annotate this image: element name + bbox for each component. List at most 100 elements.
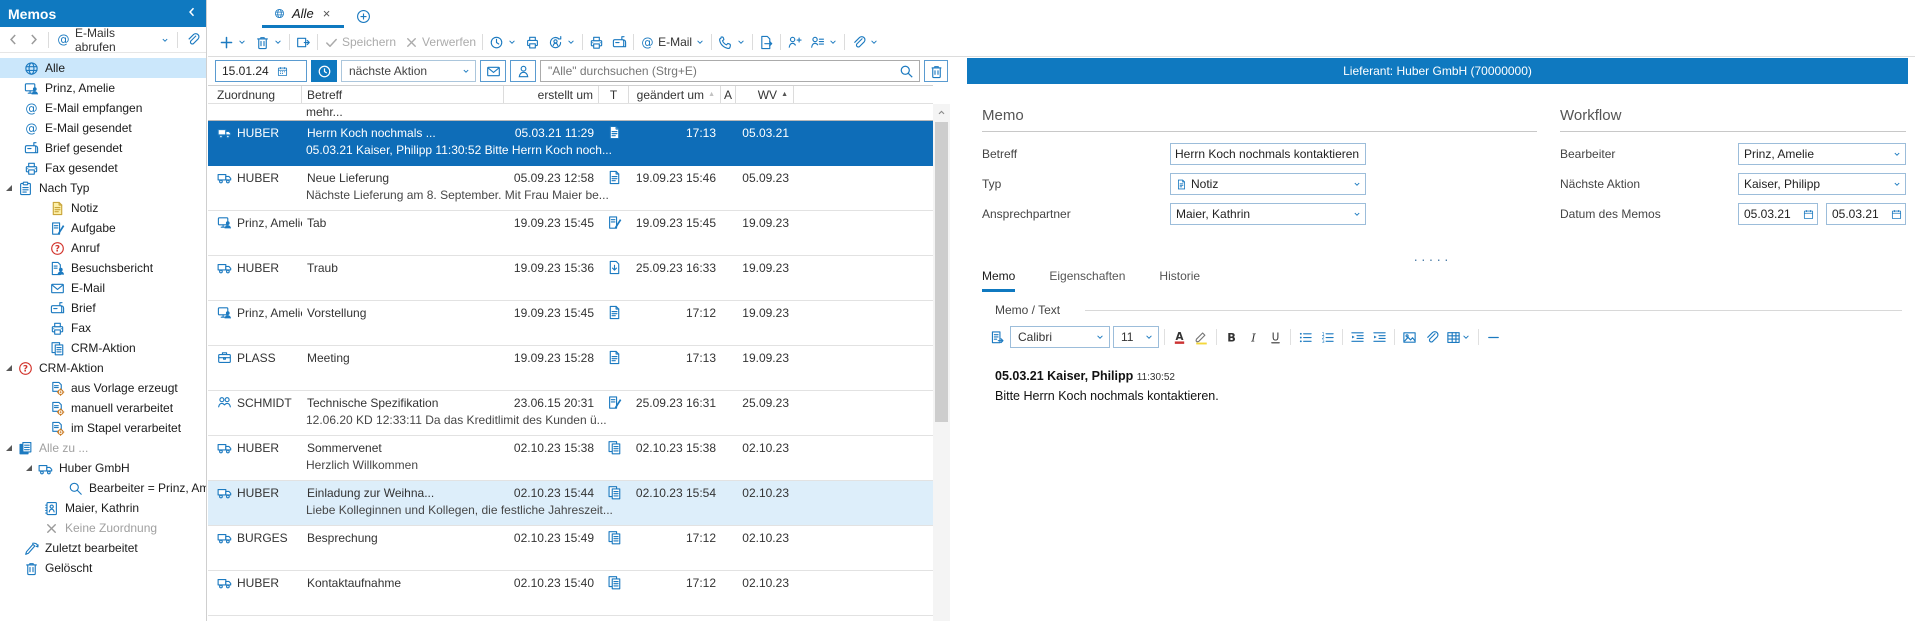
sidebar-item-aus-vorlage-erzeugt[interactable]: aus Vorlage erzeugt (0, 378, 206, 398)
delete-button[interactable] (252, 33, 286, 52)
sidebar-item-anruf[interactable]: ?Anruf (0, 238, 206, 258)
reminder-filter-toggle[interactable] (311, 60, 337, 82)
tab-historie[interactable]: Historie (1159, 269, 1200, 292)
forward-button[interactable] (293, 33, 314, 52)
list-scrollbar[interactable] (933, 104, 950, 621)
discard-button[interactable]: Verwerfen (401, 33, 479, 52)
sidebar-item-e-mail-gesendet[interactable]: @E-Mail gesendet (0, 118, 206, 138)
italic-button[interactable]: I (1244, 328, 1263, 347)
back-icon[interactable] (6, 32, 21, 47)
format-button[interactable] (988, 328, 1007, 347)
grid-more-row[interactable]: mehr... (208, 104, 933, 121)
bullet-list-button[interactable] (1296, 328, 1315, 347)
next-action-select[interactable]: nächste Aktion (341, 60, 476, 82)
linked-record-banner[interactable]: Lieferant: Huber GmbH (70000000) (967, 58, 1908, 84)
attach-button[interactable] (848, 33, 882, 52)
calendar-icon[interactable] (1891, 209, 1902, 220)
memo-date-field-2[interactable]: 05.03.21 (1826, 203, 1906, 225)
column-header-erstellt-um[interactable]: erstellt um (504, 86, 599, 103)
numbered-list-button[interactable]: 123 (1318, 328, 1337, 347)
memo-row[interactable]: HUBERTraub19.09.23 15:3625.09.23 16:3319… (208, 256, 933, 301)
sidebar-item-gelöscht[interactable]: Gelöscht (0, 558, 206, 578)
column-header-t[interactable]: T (599, 86, 629, 103)
splitter-handle[interactable]: ····· (950, 251, 1915, 267)
insert-image-button[interactable] (1400, 328, 1419, 347)
new-button[interactable] (216, 33, 250, 52)
sidebar-item-alle-zu-[interactable]: Alle zu ... (0, 438, 206, 458)
font-name-select[interactable]: Calibri (1010, 326, 1110, 348)
sidebar-item-crm-aktion[interactable]: ?CRM-Aktion (0, 358, 206, 378)
add-tab-icon[interactable] (356, 9, 371, 24)
search-input[interactable] (548, 64, 899, 78)
expander-icon[interactable] (6, 445, 12, 451)
sidebar-item-prinz-amelie[interactable]: Prinz, Amelie (0, 78, 206, 98)
betreff-field[interactable] (1170, 143, 1366, 165)
font-size-select[interactable]: 11 (1113, 326, 1159, 348)
memo-row[interactable]: HUBEREinladung zur Weihna...02.10.23 15:… (208, 481, 933, 526)
sidebar-item-e-mail-empfangen[interactable]: @E-Mail empfangen (0, 98, 206, 118)
column-header-betreff[interactable]: Betreff (302, 86, 504, 103)
sidebar-item-huber-gmbh[interactable]: Huber GmbH (0, 458, 206, 478)
expander-icon[interactable] (26, 465, 32, 471)
letter-button[interactable] (609, 33, 630, 52)
sidebar-item-bearbeiter-prinz-amelie[interactable]: Bearbeiter = Prinz, Amelie (0, 478, 206, 498)
betreff-input[interactable] (1171, 147, 1365, 161)
sidebar-item-brief-gesendet[interactable]: Brief gesendet (0, 138, 206, 158)
memo-row[interactable]: Prinz, AmelieVorstellung19.09.23 15:4517… (208, 301, 933, 346)
memo-row[interactable]: SCHMIDTTechnische Spezifikation23.06.15 … (208, 391, 933, 436)
reminder-button[interactable] (486, 33, 520, 52)
memo-row[interactable]: BURGESBesprechung02.10.23 15:4917:1202.1… (208, 526, 933, 571)
highlight-button[interactable] (1192, 328, 1211, 347)
bearbeiter-select[interactable]: Prinz, Amelie (1738, 143, 1906, 165)
memo-row[interactable]: HUBERNeue Lieferung05.09.23 12:5819.09.2… (208, 166, 933, 211)
memo-row[interactable]: HUBERSommervenet02.10.23 15:3802.10.23 1… (208, 436, 933, 481)
fetch-emails-button[interactable]: @ E-Mails abrufen (56, 26, 170, 54)
sidebar-item-maier-kathrin[interactable]: Maier, Kathrin (0, 498, 206, 518)
memo-text-editor[interactable]: 05.03.21 Kaiser, Philipp 11:30:52 Bitte … (995, 367, 1902, 621)
memo-row[interactable]: PLASSMeeting19.09.23 15:2817:1319.09.23 (208, 346, 933, 391)
clear-filter-button[interactable] (924, 60, 948, 82)
search-icon[interactable] (899, 64, 914, 79)
forward-icon[interactable] (26, 32, 41, 47)
sidebar-item-e-mail[interactable]: E-Mail (0, 278, 206, 298)
sidebar-item-im-stapel-verarbeitet[interactable]: im Stapel verarbeitet (0, 418, 206, 438)
call-button[interactable] (715, 33, 749, 52)
sidebar-item-alle[interactable]: Alle (0, 58, 206, 78)
font-color-button[interactable]: A (1170, 328, 1189, 347)
indent-button[interactable] (1370, 328, 1389, 347)
reassign-button[interactable] (545, 33, 579, 52)
calendar-icon[interactable] (1803, 209, 1814, 220)
naechste-aktion-select[interactable]: Kaiser, Philipp (1738, 173, 1906, 195)
outdent-button[interactable] (1348, 328, 1367, 347)
insert-table-button[interactable] (1444, 328, 1473, 347)
column-header-geändert-um[interactable]: geändert um▲ (629, 86, 721, 103)
scroll-up-icon[interactable] (933, 104, 950, 120)
email-filter-button[interactable] (480, 60, 506, 82)
sidebar-item-crm-aktion[interactable]: CRM-Aktion (0, 338, 206, 358)
paperclip-icon[interactable] (185, 32, 200, 47)
person-filter-button[interactable] (510, 60, 536, 82)
close-tab-icon[interactable]: × (321, 6, 333, 21)
ansprechpartner-select[interactable]: Maier, Kathrin (1170, 203, 1366, 225)
save-button[interactable]: Speichern (321, 33, 399, 52)
sidebar-item-fax-gesendet[interactable]: Fax gesendet (0, 158, 206, 178)
scrollbar-thumb[interactable] (935, 122, 948, 422)
date-filter-field[interactable] (215, 60, 307, 82)
sidebar-item-manuell-verarbeitet[interactable]: manuell verarbeitet (0, 398, 206, 418)
person-add-button[interactable] (784, 33, 805, 52)
memo-date-field[interactable]: 05.03.21 (1738, 203, 1818, 225)
column-header-wv[interactable]: WV▲ (736, 86, 794, 103)
sidebar-item-aufgabe[interactable]: Aufgabe (0, 218, 206, 238)
search-field[interactable] (540, 60, 920, 82)
tab-memo[interactable]: Memo (982, 269, 1015, 292)
sidebar-item-keine-zuordnung[interactable]: Keine Zuordnung (0, 518, 206, 538)
column-header-zuordnung[interactable]: Zuordnung (212, 86, 302, 103)
sidebar-item-zuletzt-bearbeitet[interactable]: Zuletzt bearbeitet (0, 538, 206, 558)
sidebar-item-nach-typ[interactable]: Nach Typ (0, 178, 206, 198)
typ-select[interactable]: Notiz (1170, 173, 1366, 195)
tab-alle[interactable]: Alle × (262, 1, 344, 28)
memo-row[interactable]: Prinz, AmelieTab19.09.23 15:4519.09.23 1… (208, 211, 933, 256)
person-view-button[interactable] (807, 33, 841, 52)
expander-icon[interactable] (6, 185, 12, 191)
column-header-a[interactable]: A (721, 86, 736, 103)
